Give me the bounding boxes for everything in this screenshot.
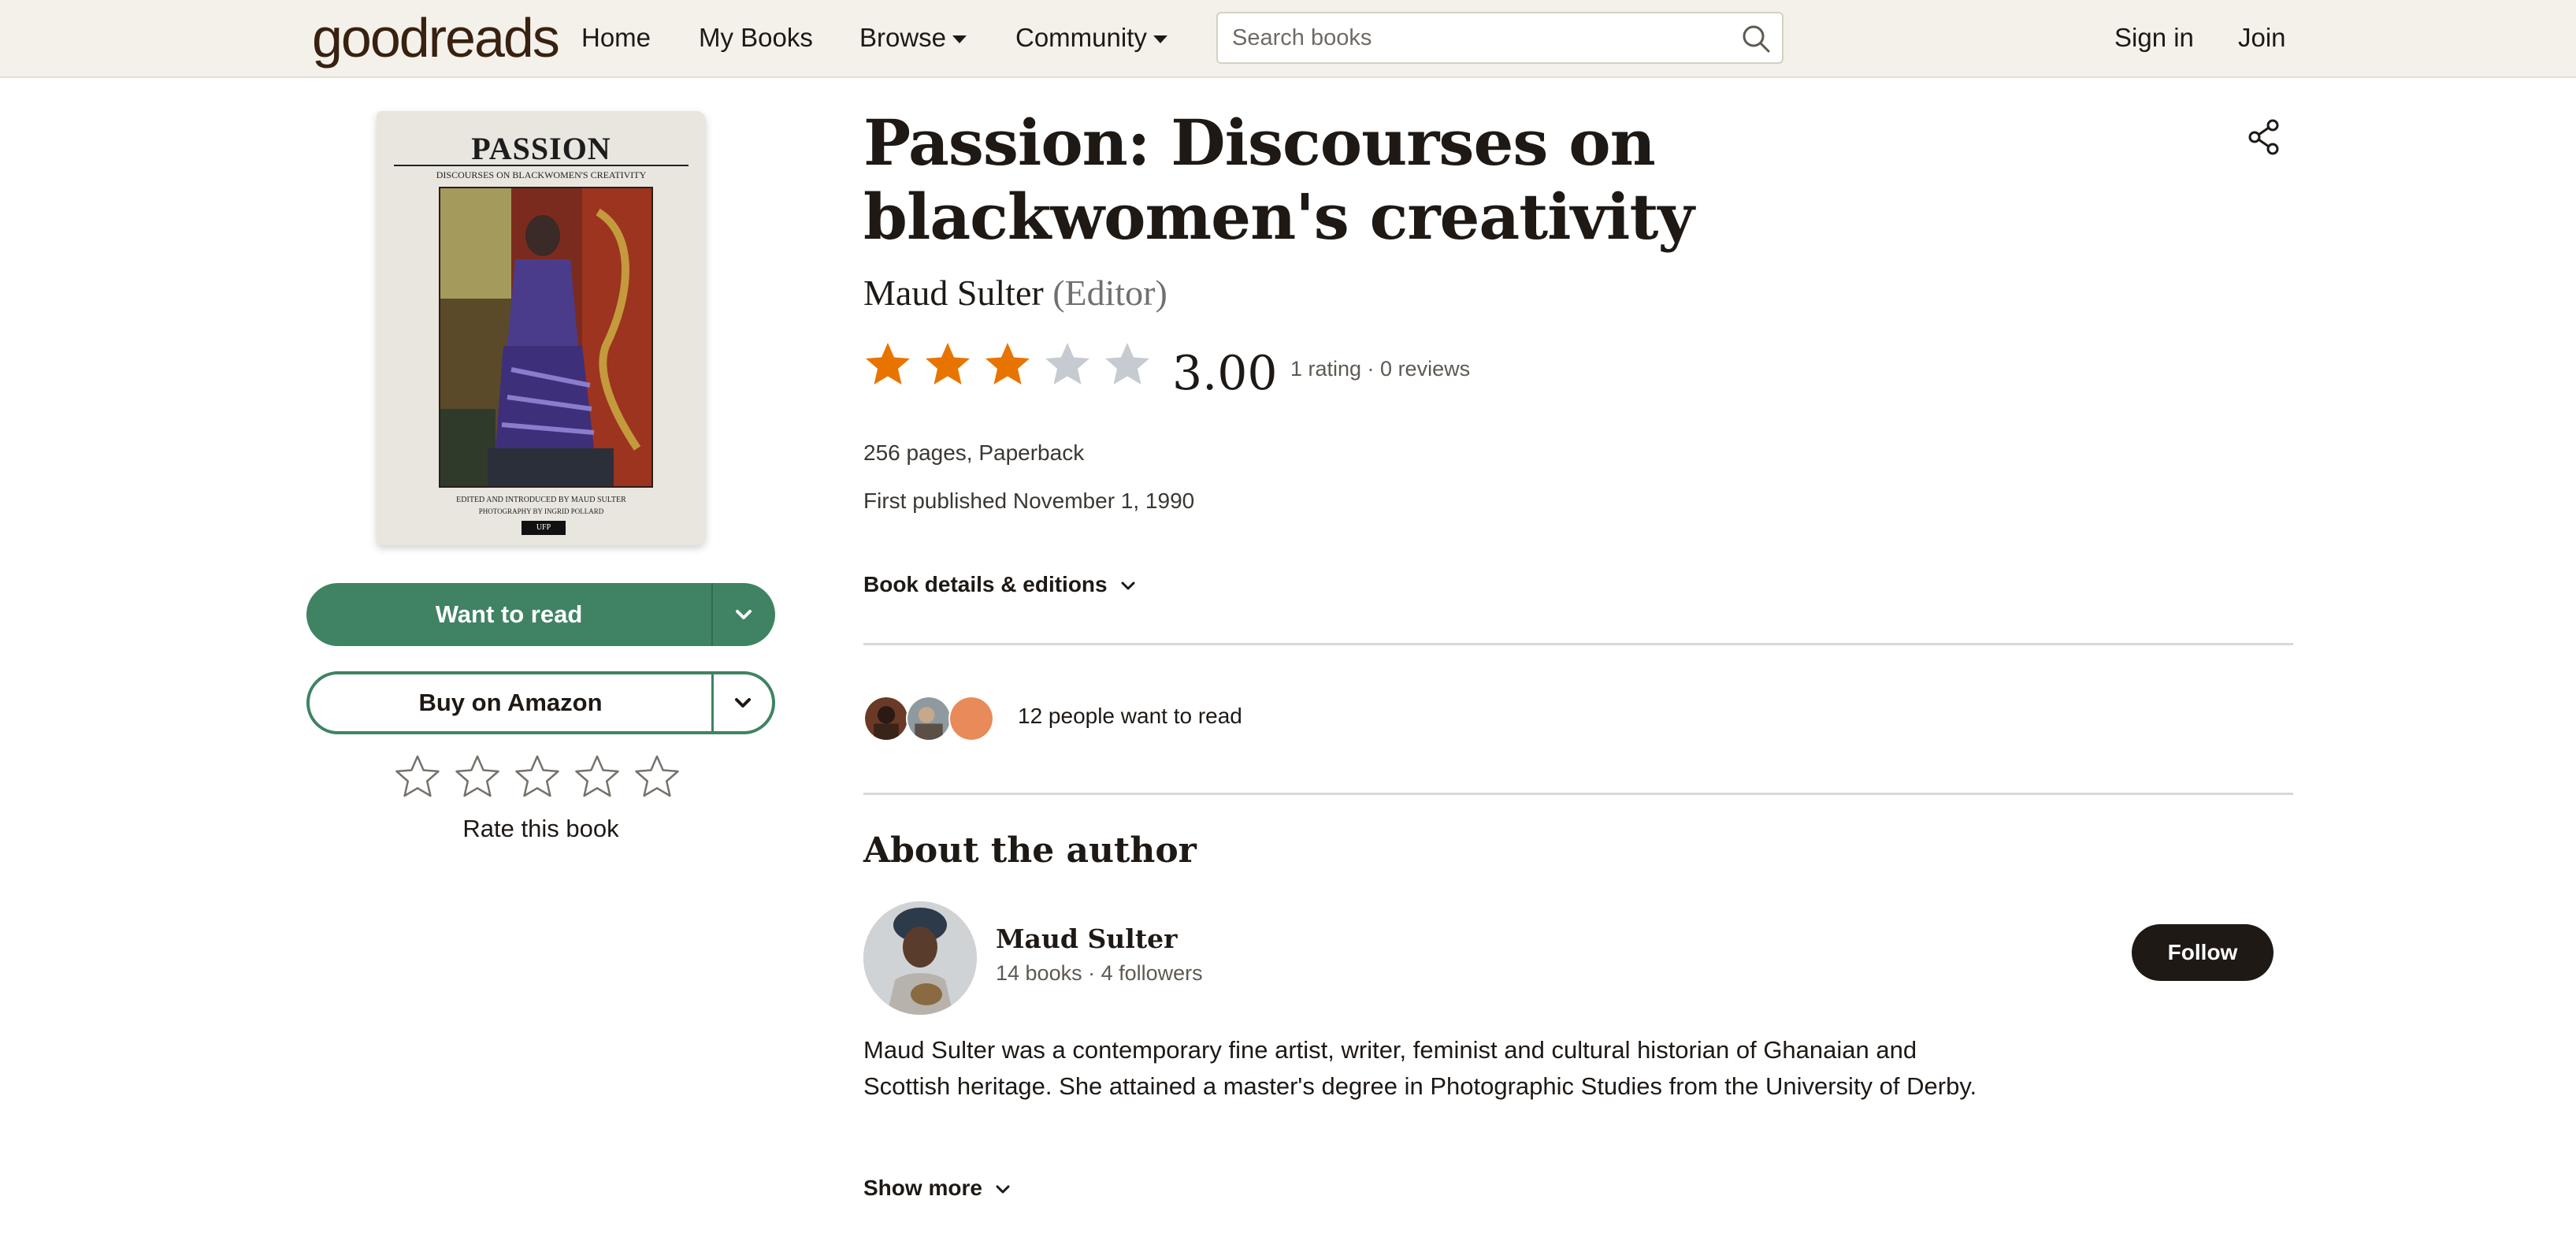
join-link[interactable]: Join xyxy=(2238,22,2286,54)
reader-avatar xyxy=(948,696,994,741)
section-divider xyxy=(863,643,2293,645)
cover-painting-image xyxy=(440,188,651,486)
show-more-label: Show more xyxy=(863,1176,982,1200)
nav-community-label: Community xyxy=(1015,23,1147,52)
rate-star-3-icon[interactable] xyxy=(514,753,561,801)
average-rating-value: 3.00 xyxy=(1172,346,1278,401)
reader-avatars xyxy=(863,696,994,741)
pages-format: 256 pages, Paperback xyxy=(863,440,1085,465)
rating-star-5-icon xyxy=(1105,343,1149,384)
author-bio: Maud Sulter was a contemporary fine arti… xyxy=(863,1036,1977,1100)
reader-avatar xyxy=(863,696,909,741)
buy-on-amazon-button[interactable]: Buy on Amazon xyxy=(306,671,775,734)
rating-star-1-icon xyxy=(866,343,910,384)
author-photo-image xyxy=(863,901,977,1015)
follow-button[interactable]: Follow xyxy=(2132,924,2273,981)
rating-star-shape xyxy=(1045,343,1089,384)
author-avatar[interactable] xyxy=(863,901,977,1015)
rating-star-3-icon xyxy=(985,343,1030,384)
nav-home[interactable]: Home xyxy=(581,22,651,54)
chevron-down-icon xyxy=(996,1185,1010,1194)
show-more-toggle[interactable]: Show more xyxy=(863,1176,1012,1201)
search-box xyxy=(1216,12,1784,64)
ratings-and-reviews-count[interactable]: 1 rating · 0 reviews xyxy=(1290,355,1470,382)
rate-this-book-stars xyxy=(394,753,693,801)
book-cover[interactable]: PASSION DISCOURSES ON BLACKWOMEN'S CREAT… xyxy=(377,111,706,545)
top-navigation-bar: goodreads Home My Books Browse Community… xyxy=(0,0,2576,78)
buy-on-amazon-label: Buy on Amazon xyxy=(418,689,603,716)
shelf-dropdown-button[interactable] xyxy=(713,583,775,646)
chevron-down-icon xyxy=(1121,581,1135,590)
want-to-read-count[interactable]: 12 people want to read xyxy=(1018,704,1242,729)
book-title: Passion: Discourses on blackwomen's crea… xyxy=(863,106,1694,254)
caret-down-icon xyxy=(952,35,967,44)
search-input[interactable] xyxy=(1218,13,1722,62)
nav-browse[interactable]: Browse xyxy=(859,22,967,54)
about-author-heading: About the author xyxy=(863,830,1197,871)
author-name[interactable]: Maud Sulter xyxy=(996,923,1177,954)
want-to-read-button[interactable]: Want to read xyxy=(306,583,775,646)
contributor-line: Maud Sulter (Editor) xyxy=(863,271,1167,315)
rating-star-shape xyxy=(985,343,1030,384)
chevron-down-icon xyxy=(735,698,751,708)
cover-editor-line: EDITED AND INTRODUCED BY MAUD SULTER xyxy=(456,496,626,504)
cover-artwork xyxy=(439,187,653,488)
publication-info: First published November 1, 1990 xyxy=(863,488,1195,513)
goodreads-logo[interactable]: goodreads xyxy=(312,6,560,69)
rating-star-2-icon xyxy=(926,343,970,384)
search-icon[interactable] xyxy=(1741,24,1771,54)
rate-star-5-icon[interactable] xyxy=(633,753,681,801)
author-stats: 14 books · 4 followers xyxy=(996,961,1203,985)
rate-star-1-icon[interactable] xyxy=(394,753,441,801)
sign-in-link[interactable]: Sign in xyxy=(2114,22,2194,54)
rate-star-4-icon[interactable] xyxy=(573,753,621,801)
reader-avatar xyxy=(906,696,952,741)
nav-my-books[interactable]: My Books xyxy=(699,22,813,54)
author-role: (Editor) xyxy=(1052,273,1167,313)
cover-rule xyxy=(394,165,689,166)
rating-star-shape xyxy=(1105,343,1149,384)
rating-star-shape xyxy=(926,343,970,384)
want-to-read-label: Want to read xyxy=(435,600,583,628)
rate-star-2-icon[interactable] xyxy=(454,753,501,801)
nav-browse-label: Browse xyxy=(859,23,947,52)
rate-this-book-label: Rate this book xyxy=(462,815,619,842)
section-divider xyxy=(863,793,2293,795)
author-name-link[interactable]: Maud Sulter xyxy=(863,273,1044,313)
book-details-toggle[interactable]: Book details & editions xyxy=(863,572,1138,597)
buy-options-dropdown-button[interactable] xyxy=(714,674,772,731)
caret-down-icon xyxy=(1153,35,1167,44)
share-icon[interactable] xyxy=(2247,118,2281,156)
nav-community[interactable]: Community xyxy=(1015,22,1167,54)
cover-title: PASSION xyxy=(471,131,611,166)
rating-star-4-icon xyxy=(1045,343,1089,384)
rating-star-shape xyxy=(866,343,910,384)
average-rating-stars xyxy=(863,340,1163,392)
cover-subtitle: DISCOURSES ON BLACKWOMEN'S CREATIVITY xyxy=(436,169,647,180)
cover-photographer-line: PHOTOGRAPHY BY INGRID POLLARD xyxy=(478,507,604,515)
book-details-label: Book details & editions xyxy=(863,572,1108,596)
publisher-mark: UFP xyxy=(522,521,566,535)
chevron-down-icon xyxy=(736,610,752,619)
